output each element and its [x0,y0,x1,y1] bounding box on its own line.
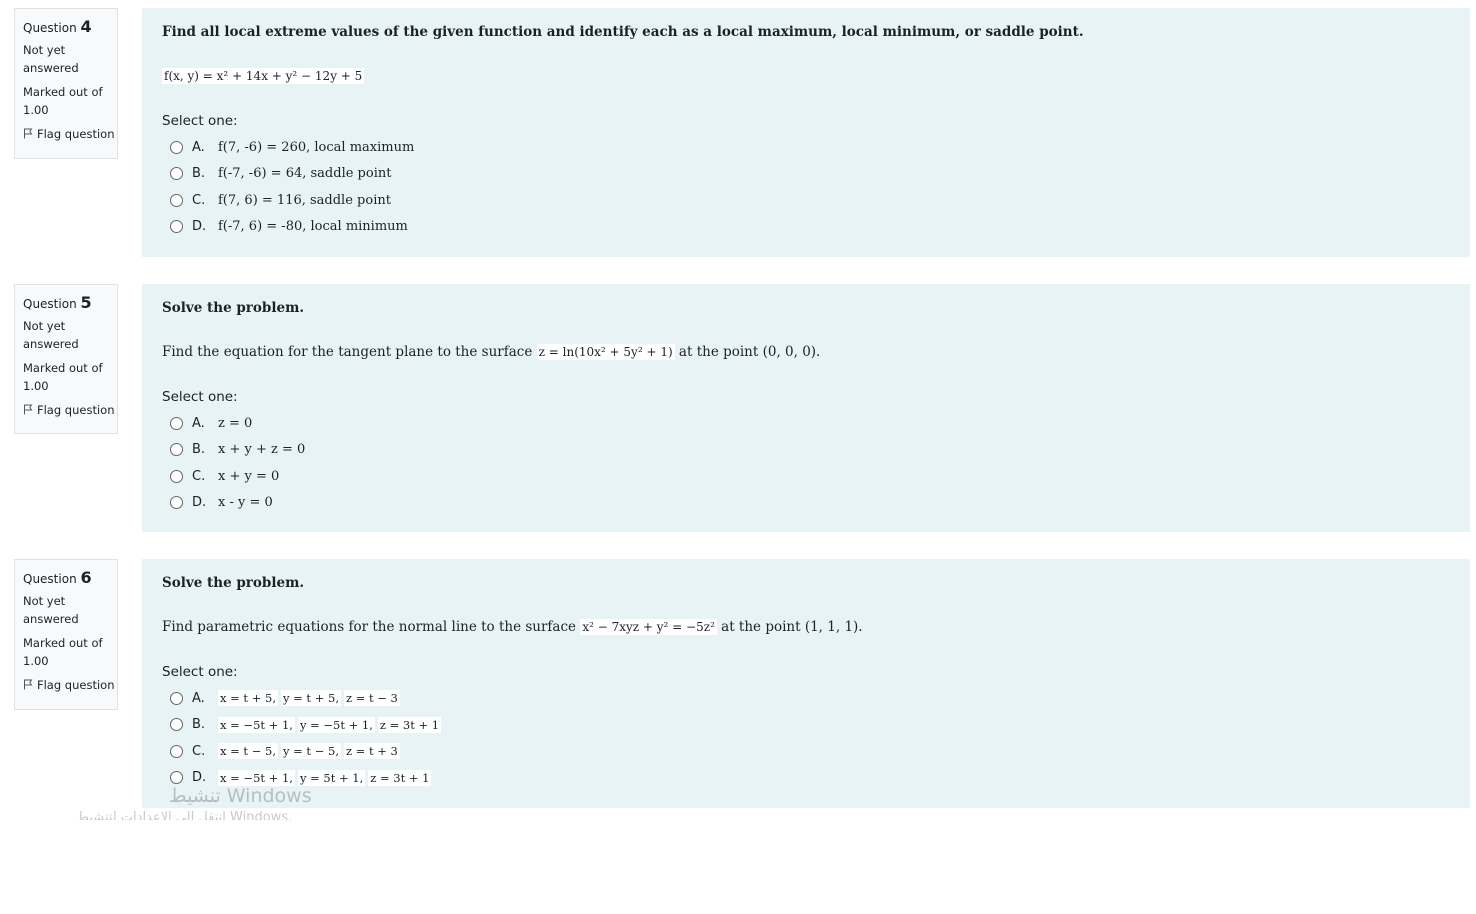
option-b[interactable]: B. x = −5t + 1, y = −5t + 1, z = 3t + 1 [162,712,1450,739]
question-grade: Marked out of 1.00 [23,636,103,668]
option-text: f(7, -6) = 260, local maximum [218,139,415,155]
question-statement: Find parametric equations for the normal… [162,619,863,635]
option-c[interactable]: C. x + y = 0 [162,463,1450,490]
option-b[interactable]: B. f(-7, -6) = 64, saddle point [162,161,1450,188]
y-equation: y = t − 5, [280,743,341,760]
option-a[interactable]: A. f(7, -6) = 260, local maximum [162,134,1450,161]
flag-question-label: Flag question [37,127,115,141]
option-text: x - y = 0 [218,495,273,511]
flag-question-label: Flag question [37,678,115,692]
question-text: Solve the problem. [162,575,305,591]
option-b[interactable]: B. x + y + z = 0 [162,437,1450,464]
radio-d[interactable] [170,220,183,234]
answer-options: A. f(7, -6) = 260, local maximum B. f(-7, … [162,134,1450,240]
flag-icon [24,679,33,690]
y-equation: y = t + 5, [280,690,341,707]
option-text: x + y + z = 0 [218,442,306,458]
flag-question-link[interactable]: Flag question [23,676,115,694]
x-equation: x = t + 5, [218,690,278,707]
select-one-prompt: Select one: [162,113,238,129]
x-equation: x = −5t + 1, [218,769,295,786]
option-text: x + y = 0 [218,468,280,484]
radio-a[interactable] [170,691,183,705]
option-text: f(-7, -6) = 64, saddle point [218,166,392,182]
option-d[interactable]: D. x - y = 0 [162,490,1450,517]
question-number: Question 4 [23,17,92,36]
radio-c[interactable] [170,469,183,483]
question-grade: Marked out of 1.00 [23,361,103,393]
flag-icon [24,404,33,415]
radio-b[interactable] [170,718,183,732]
function-formula: f(x, y) = x² + 14x + y² − 12y + 5 [162,68,365,84]
x-equation: x = −5t + 1, [218,716,295,733]
z-equation: z = 3t + 1 [377,716,442,733]
question-number: Question 6 [23,568,92,587]
radio-a[interactable] [170,416,183,430]
question-content: Solve the problem. Find the equation for… [142,284,1470,532]
question-number: Question 5 [23,293,92,312]
y-equation: y = 5t + 1, [297,769,366,786]
question-statement: Find the equation for the tangent plane … [162,344,821,360]
question-info: Question 6 Not yet answered Marked out o… [14,559,118,710]
question-statement: f(x, y) = x² + 14x + y² − 12y + 5 [162,66,1450,86]
windows-activation-watermark: تنشيط Windows [169,785,312,807]
windows-activation-hint: انتقل إلى الإعدادات لتنشيط Windows. [77,810,293,820]
radio-b[interactable] [170,167,183,181]
flag-question-link[interactable]: Flag question [23,125,115,143]
radio-d[interactable] [170,771,183,785]
answer-options: A. x = t + 5, y = t + 5, z = t − 3 B. x = −5… [162,685,1450,791]
question-info: Question 4 Not yet answered Marked out o… [14,8,118,159]
question-state: Not yet answered [23,594,79,626]
question-state: Not yet answered [23,319,79,351]
z-equation: z = t − 3 [343,690,400,707]
radio-b[interactable] [170,443,183,457]
radio-c[interactable] [170,744,183,758]
x-equation: x = t − 5, [218,743,278,760]
radio-d[interactable] [170,496,183,510]
radio-c[interactable] [170,193,183,207]
select-one-prompt: Select one: [162,664,238,680]
question-content: Find all local extreme values of the giv… [142,8,1470,257]
option-c[interactable]: C. x = t − 5, y = t − 5, z = t + 3 [162,738,1450,765]
question-grade: Marked out of 1.00 [23,85,103,117]
select-one-prompt: Select one: [162,389,238,405]
question-state: Not yet answered [23,43,79,75]
question-text: Find all local extreme values of the giv… [162,24,1084,40]
flag-icon [24,128,33,139]
radio-a[interactable] [170,140,183,154]
option-text: f(-7, 6) = -80, local minimum [218,219,408,235]
question-info: Question 5 Not yet answered Marked out o… [14,284,118,434]
surface-formula: x² − 7xyz + y² = −5z² [580,619,717,635]
option-d[interactable]: D. x = −5t + 1, y = 5t + 1, z = 3t + 1 [162,765,1450,792]
y-equation: y = −5t + 1, [297,716,375,733]
option-c[interactable]: C. f(7, 6) = 116, saddle point [162,187,1450,214]
option-d[interactable]: D. f(-7, 6) = -80, local minimum [162,214,1450,241]
flag-question-label: Flag question [37,403,115,417]
question-text: Solve the problem. [162,300,305,316]
flag-question-link[interactable]: Flag question [23,401,115,419]
option-a[interactable]: A. x = t + 5, y = t + 5, z = t − 3 [162,685,1450,712]
option-text: f(7, 6) = 116, saddle point [218,192,391,208]
option-text: z = 0 [218,415,253,431]
question-content: Solve the problem. Find parametric equat… [142,559,1470,808]
option-a[interactable]: A. z = 0 [162,410,1450,437]
z-equation: z = t + 3 [343,743,400,760]
answer-options: A. z = 0 B. x + y + z = 0 C. x + y = 0 D. x … [162,410,1450,516]
z-equation: z = 3t + 1 [368,769,432,786]
surface-formula: z = ln(10x² + 5y² + 1) [536,344,675,360]
